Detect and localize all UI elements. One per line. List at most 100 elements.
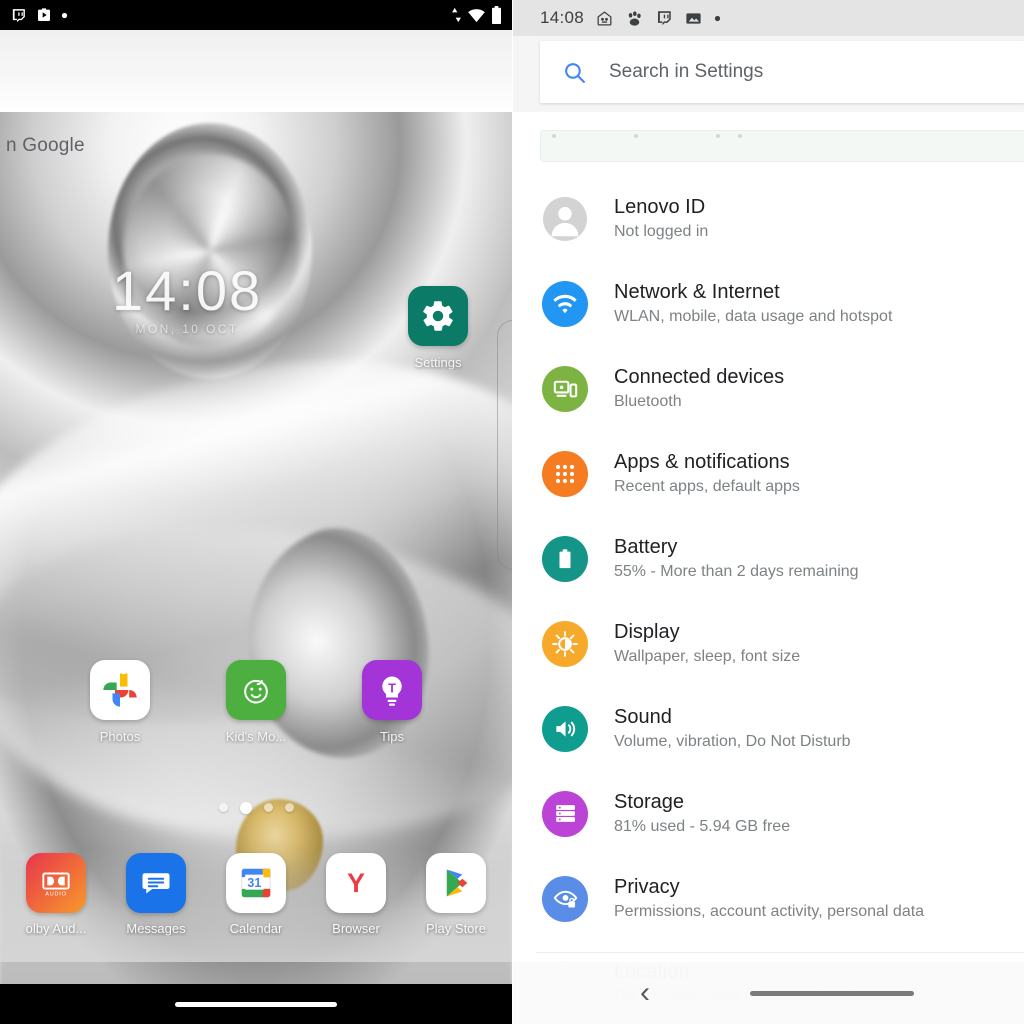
google-feed-label[interactable]: n Google bbox=[6, 135, 85, 157]
home-page-indicator[interactable] bbox=[0, 801, 512, 814]
volume-icon bbox=[542, 705, 588, 752]
settings-item-title: Apps & notifications bbox=[614, 451, 790, 474]
brightness-icon bbox=[542, 620, 588, 667]
google-play-icon bbox=[426, 853, 486, 913]
home-app-label: Tips bbox=[379, 729, 405, 744]
privacy-eye-icon bbox=[542, 875, 588, 922]
dock-app-label: Messages bbox=[126, 921, 186, 936]
status-bar-time: 14:08 bbox=[540, 8, 585, 27]
panel-divider bbox=[512, 0, 513, 1024]
settings-search-container: Search in Settings bbox=[512, 36, 1024, 112]
dual-phone-screenshot: n Google 14:08 MON, 10 OCT Settings Phot… bbox=[0, 0, 1024, 1024]
settings-item-storage[interactable]: Storage 81% used - 5.94 GB free bbox=[512, 771, 1024, 856]
suggestion-card-dots bbox=[552, 134, 742, 138]
settings-item-title: Connected devices bbox=[614, 366, 785, 389]
google-photos-icon bbox=[90, 660, 150, 720]
dock-app-play-store[interactable]: Play Store bbox=[408, 853, 504, 936]
settings-item-text: Battery 55% - More than 2 days remaining bbox=[614, 535, 859, 581]
settings-item-text: Connected devices Bluetooth bbox=[614, 365, 784, 411]
dock-app-label: olby Aud... bbox=[25, 921, 87, 936]
settings-item-display[interactable]: Display Wallpaper, sleep, font size bbox=[512, 601, 1024, 686]
data-transfer-icon bbox=[451, 7, 462, 23]
settings-item-text: Privacy Permissions, account activity, p… bbox=[614, 875, 924, 921]
settings-item-text: Display Wallpaper, sleep, font size bbox=[614, 620, 800, 666]
wifi-icon bbox=[467, 7, 486, 23]
wifi-icon bbox=[542, 280, 588, 327]
settings-item-title: Sound bbox=[614, 706, 672, 729]
paw-print-icon bbox=[625, 9, 644, 28]
settings-item-network-internet[interactable]: Network & Internet WLAN, mobile, data us… bbox=[512, 261, 1024, 346]
home-app-label: Kid's Mo... bbox=[225, 729, 287, 744]
home-app-label: Photos bbox=[99, 729, 141, 744]
dot-icon bbox=[714, 15, 721, 22]
home-app-photos[interactable]: Photos bbox=[71, 660, 169, 744]
home-top-fade bbox=[0, 30, 512, 112]
google-calendar-icon: 31 bbox=[226, 853, 286, 913]
dock-app-label: Browser bbox=[332, 921, 380, 936]
search-input[interactable]: Search in Settings bbox=[540, 41, 1024, 103]
house-notification-icon bbox=[595, 9, 614, 28]
dock-app-messages[interactable]: Messages bbox=[108, 853, 204, 936]
dot-icon bbox=[61, 12, 68, 19]
home-shortcut-label: Settings bbox=[414, 355, 462, 370]
settings-item-subtitle: Wallpaper, sleep, font size bbox=[614, 648, 801, 666]
settings-item-subtitle: Not logged in bbox=[614, 223, 709, 241]
settings-item-title: Lenovo ID bbox=[614, 196, 706, 219]
settings-list: Lenovo ID Not logged in Network & Intern… bbox=[512, 176, 1024, 1024]
settings-item-connected-devices[interactable]: Connected devices Bluetooth bbox=[512, 346, 1024, 431]
settings-item-subtitle: Permissions, account activity, personal … bbox=[614, 903, 925, 921]
home-gesture-pill[interactable] bbox=[175, 1001, 337, 1007]
page-dot-active bbox=[239, 801, 252, 814]
home-screen-panel: n Google 14:08 MON, 10 OCT Settings Phot… bbox=[0, 0, 512, 1024]
settings-item-subtitle: WLAN, mobile, data usage and hotspot bbox=[614, 308, 893, 326]
home-app-kids-mode[interactable]: Kid's Mo... bbox=[207, 660, 305, 744]
dot-icon bbox=[552, 134, 556, 138]
settings-gear-icon bbox=[408, 286, 468, 346]
page-dot bbox=[263, 803, 273, 812]
dock-app-browser[interactable]: Y Browser bbox=[308, 853, 404, 936]
settings-item-title: Network & Internet bbox=[614, 281, 780, 304]
right-status-bar: 14:08 bbox=[512, 0, 1024, 36]
dock-app-label: Calendar bbox=[229, 921, 283, 936]
yandex-browser-icon: Y bbox=[326, 853, 386, 913]
settings-item-title: Battery bbox=[614, 536, 678, 559]
dock-app-label: Play Store bbox=[426, 921, 486, 936]
settings-item-title: Storage bbox=[614, 791, 685, 814]
dock-app-calendar[interactable]: 31 Calendar bbox=[208, 853, 304, 936]
settings-item-text: Storage 81% used - 5.94 GB free bbox=[614, 790, 790, 836]
settings-item-sound[interactable]: Sound Volume, vibration, Do Not Disturb bbox=[512, 686, 1024, 771]
settings-item-privacy[interactable]: Privacy Permissions, account activity, p… bbox=[512, 856, 1024, 941]
media-play-icon bbox=[36, 7, 52, 23]
dot-icon bbox=[634, 134, 638, 138]
settings-item-text: Network & Internet WLAN, mobile, data us… bbox=[614, 280, 892, 326]
svg-text:Y: Y bbox=[347, 868, 365, 898]
home-shortcut-settings[interactable]: Settings bbox=[408, 286, 468, 370]
settings-item-lenovo-id[interactable]: Lenovo ID Not logged in bbox=[512, 176, 1024, 261]
apps-grid-icon bbox=[542, 450, 588, 497]
settings-item-battery[interactable]: Battery 55% - More than 2 days remaining bbox=[512, 516, 1024, 601]
svg-text:AUDIO: AUDIO bbox=[45, 892, 66, 898]
dot-icon bbox=[716, 134, 720, 138]
settings-item-apps-notifications[interactable]: Apps & notifications Recent apps, defaul… bbox=[512, 431, 1024, 516]
home-app-tips[interactable]: T Tips bbox=[343, 660, 441, 744]
left-status-right-icons bbox=[451, 6, 502, 24]
search-placeholder: Search in Settings bbox=[609, 61, 764, 82]
messages-icon bbox=[126, 853, 186, 913]
settings-panel: 14:08 Search in Settings Lenovo ID Not l… bbox=[512, 0, 1024, 1024]
settings-item-subtitle: 55% - More than 2 days remaining bbox=[614, 563, 859, 581]
home-app-row: Photos Kid's Mo... T Tips bbox=[0, 660, 512, 744]
twitch-icon bbox=[655, 9, 673, 27]
storage-icon bbox=[542, 790, 588, 837]
settings-item-text: Lenovo ID Not logged in bbox=[614, 195, 708, 241]
home-gesture-pill[interactable] bbox=[750, 990, 914, 996]
dock-app-dolby-audio[interactable]: AUDIO olby Aud... bbox=[8, 853, 104, 936]
right-nav-bar: ‹ bbox=[512, 962, 1024, 1024]
settings-item-subtitle: Volume, vibration, Do Not Disturb bbox=[614, 733, 851, 751]
settings-item-text: Apps & notifications Recent apps, defaul… bbox=[614, 450, 800, 496]
back-button[interactable]: ‹ bbox=[640, 978, 650, 1008]
list-divider bbox=[536, 952, 1024, 953]
settings-item-text: Sound Volume, vibration, Do Not Disturb bbox=[614, 705, 851, 751]
battery-icon bbox=[542, 535, 588, 582]
tips-bulb-icon: T bbox=[362, 660, 422, 720]
dot-icon bbox=[738, 134, 742, 138]
